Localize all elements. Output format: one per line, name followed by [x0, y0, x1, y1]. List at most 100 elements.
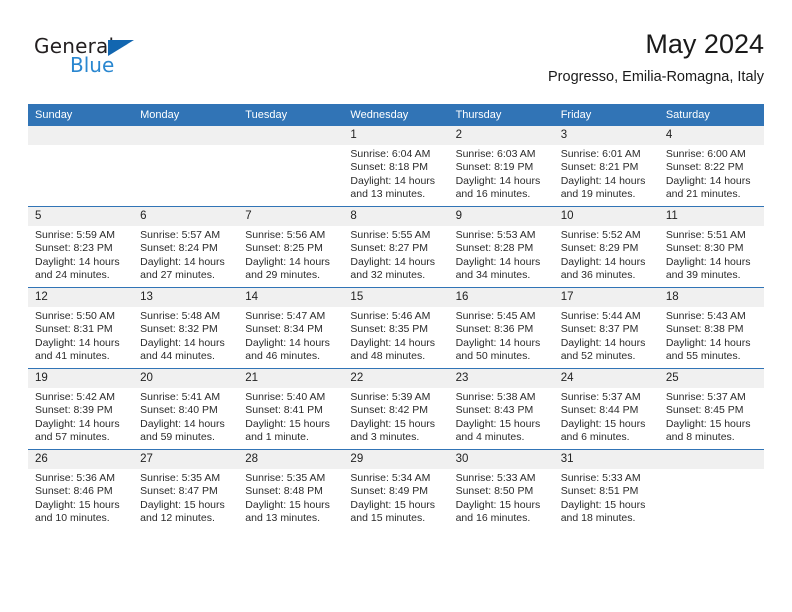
- day-sun-info: Sunrise: 5:57 AM Sunset: 8:24 PM Daylight:…: [133, 226, 238, 283]
- calendar-day-cell[interactable]: 3 Sunrise: 6:01 AM Sunset: 8:21 PM Daylight…: [553, 126, 659, 207]
- sunrise-text: Sunrise: 5:37 AM: [560, 391, 641, 403]
- day-number: 18: [658, 288, 764, 307]
- day-number: 6: [133, 207, 239, 226]
- calendar-day-cell[interactable]: 13 Sunrise: 5:48 AM Sunset: 8:32 PM Dayligh…: [133, 287, 239, 369]
- calendar-week-row: 12 Sunrise: 5:50 AM Sunset: 8:31 PM Dayligh…: [28, 287, 764, 369]
- day-number: 15: [343, 288, 449, 307]
- calendar-day-cell[interactable]: 6 Sunrise: 5:57 AM Sunset: 8:24 PM Daylight…: [133, 206, 239, 288]
- daylight-text: Daylight: 14 hours and 39 minutes.: [665, 255, 751, 282]
- day-sun-info: Sunrise: 6:04 AM Sunset: 8:18 PM Daylight:…: [343, 145, 448, 202]
- sunset-text: Sunset: 8:30 PM: [665, 242, 744, 255]
- sunrise-text: Sunrise: 6:00 AM: [665, 148, 746, 160]
- sunrise-text: Sunrise: 5:56 AM: [245, 229, 326, 241]
- day-sun-info: Sunrise: 5:47 AM Sunset: 8:34 PM Daylight:…: [238, 307, 343, 364]
- daylight-text: Daylight: 15 hours and 13 minutes.: [245, 498, 330, 525]
- calendar-day-cell[interactable]: 25 Sunrise: 5:37 AM Sunset: 8:45 PM Dayligh…: [658, 368, 764, 450]
- day-number: 26: [28, 450, 134, 469]
- day-number: 24: [553, 369, 659, 388]
- day-sun-info: Sunrise: 5:42 AM Sunset: 8:39 PM Daylight:…: [28, 388, 133, 445]
- day-number: 30: [448, 450, 554, 469]
- sunrise-text: Sunrise: 5:55 AM: [350, 229, 431, 241]
- daylight-text: Daylight: 14 hours and 34 minutes.: [455, 255, 541, 282]
- calendar-day-cell[interactable]: 2 Sunrise: 6:03 AM Sunset: 8:19 PM Daylight…: [448, 126, 554, 207]
- sunset-text: Sunset: 8:44 PM: [560, 404, 639, 417]
- weekday-header-wednesday: Wednesday: [343, 104, 449, 126]
- weekday-header-saturday: Saturday: [658, 104, 764, 126]
- sunset-text: Sunset: 8:34 PM: [245, 323, 323, 336]
- calendar-day-cell[interactable]: 21 Sunrise: 5:40 AM Sunset: 8:41 PM Dayligh…: [238, 368, 344, 450]
- day-number: 8: [343, 207, 449, 226]
- sunset-text: Sunset: 8:36 PM: [455, 323, 534, 336]
- calendar-day-cell[interactable]: 11 Sunrise: 5:51 AM Sunset: 8:30 PM Dayligh…: [658, 206, 764, 288]
- day-number: 4: [658, 126, 764, 145]
- calendar-day-cell[interactable]: 22 Sunrise: 5:39 AM Sunset: 8:42 PM Dayligh…: [343, 368, 449, 450]
- daylight-text: Daylight: 14 hours and 32 minutes.: [350, 255, 436, 282]
- calendar-day-cell[interactable]: 23 Sunrise: 5:38 AM Sunset: 8:43 PM Dayligh…: [448, 368, 554, 450]
- day-number: 1: [343, 126, 449, 145]
- calendar-day-cell[interactable]: 16 Sunrise: 5:45 AM Sunset: 8:36 PM Dayligh…: [448, 287, 554, 369]
- day-number: 20: [133, 369, 239, 388]
- weekday-header-row: Sunday Monday Tuesday Wednesday Thursday…: [28, 104, 764, 126]
- calendar-day-cell[interactable]: 29 Sunrise: 5:34 AM Sunset: 8:49 PM Dayligh…: [343, 449, 449, 530]
- calendar-day-cell-empty: [658, 449, 764, 530]
- calendar-day-cell[interactable]: 20 Sunrise: 5:41 AM Sunset: 8:40 PM Dayligh…: [133, 368, 239, 450]
- calendar-day-cell[interactable]: 1 Sunrise: 6:04 AM Sunset: 8:18 PM Daylight…: [343, 126, 449, 207]
- day-sun-info: Sunrise: 5:55 AM Sunset: 8:27 PM Daylight:…: [343, 226, 448, 283]
- sunset-text: Sunset: 8:48 PM: [245, 485, 323, 498]
- calendar-day-cell[interactable]: 18 Sunrise: 5:43 AM Sunset: 8:38 PM Dayligh…: [658, 287, 764, 369]
- calendar-day-cell[interactable]: 8 Sunrise: 5:55 AM Sunset: 8:27 PM Daylight…: [343, 206, 449, 288]
- sunrise-text: Sunrise: 5:33 AM: [455, 472, 536, 484]
- day-sun-info: Sunrise: 5:51 AM Sunset: 8:30 PM Daylight:…: [659, 226, 764, 283]
- sunrise-text: Sunrise: 5:37 AM: [665, 391, 746, 403]
- sunset-text: Sunset: 8:41 PM: [245, 404, 323, 417]
- calendar-day-cell[interactable]: 27 Sunrise: 5:35 AM Sunset: 8:47 PM Dayligh…: [133, 449, 239, 530]
- sunrise-text: Sunrise: 5:46 AM: [350, 310, 431, 322]
- sunrise-text: Sunrise: 5:36 AM: [35, 472, 115, 484]
- generalblue-logo[interactable]: General Blue: [34, 34, 214, 86]
- calendar-day-cell[interactable]: 9 Sunrise: 5:53 AM Sunset: 8:28 PM Daylight…: [448, 206, 554, 288]
- daylight-text: Daylight: 15 hours and 16 minutes.: [455, 498, 541, 525]
- sunset-text: Sunset: 8:46 PM: [35, 485, 113, 498]
- calendar-day-cell[interactable]: 10 Sunrise: 5:52 AM Sunset: 8:29 PM Dayligh…: [553, 206, 659, 288]
- daylight-text: Daylight: 15 hours and 18 minutes.: [560, 498, 646, 525]
- day-sun-info: Sunrise: 5:59 AM Sunset: 8:23 PM Daylight:…: [28, 226, 133, 283]
- logo-text-blue: Blue: [70, 53, 115, 77]
- day-sun-info: Sunrise: 5:43 AM Sunset: 8:38 PM Daylight:…: [659, 307, 764, 364]
- daylight-text: Daylight: 14 hours and 21 minutes.: [665, 174, 751, 201]
- calendar-day-cell[interactable]: 26 Sunrise: 5:36 AM Sunset: 8:46 PM Dayligh…: [28, 449, 134, 530]
- day-number: 31: [553, 450, 659, 469]
- calendar-page: General Blue May 2024 Progresso, Emilia-…: [0, 0, 792, 612]
- day-number: 14: [238, 288, 344, 307]
- calendar-day-cell[interactable]: 14 Sunrise: 5:47 AM Sunset: 8:34 PM Dayligh…: [238, 287, 344, 369]
- day-number: 29: [343, 450, 449, 469]
- day-number: 11: [658, 207, 764, 226]
- calendar-day-cell[interactable]: 5 Sunrise: 5:59 AM Sunset: 8:23 PM Daylight…: [28, 206, 134, 288]
- calendar-day-cell[interactable]: 17 Sunrise: 5:44 AM Sunset: 8:37 PM Dayligh…: [553, 287, 659, 369]
- sunset-text: Sunset: 8:42 PM: [350, 404, 429, 417]
- day-number: [28, 126, 134, 145]
- sunset-text: Sunset: 8:51 PM: [560, 485, 639, 498]
- sunrise-text: Sunrise: 5:40 AM: [245, 391, 326, 403]
- sunrise-text: Sunrise: 5:39 AM: [350, 391, 431, 403]
- calendar-day-cell[interactable]: 15 Sunrise: 5:46 AM Sunset: 8:35 PM Dayligh…: [343, 287, 449, 369]
- sunrise-text: Sunrise: 5:53 AM: [455, 229, 536, 241]
- calendar-day-cell[interactable]: 24 Sunrise: 5:37 AM Sunset: 8:44 PM Dayligh…: [553, 368, 659, 450]
- calendar-day-cell[interactable]: 19 Sunrise: 5:42 AM Sunset: 8:39 PM Dayligh…: [28, 368, 134, 450]
- sunset-text: Sunset: 8:37 PM: [560, 323, 639, 336]
- calendar-day-cell[interactable]: 12 Sunrise: 5:50 AM Sunset: 8:31 PM Dayligh…: [28, 287, 134, 369]
- calendar-day-cell[interactable]: 4 Sunrise: 6:00 AM Sunset: 8:22 PM Daylight…: [658, 126, 764, 207]
- sunset-text: Sunset: 8:49 PM: [350, 485, 429, 498]
- calendar-day-cell[interactable]: 31 Sunrise: 5:33 AM Sunset: 8:51 PM Dayligh…: [553, 449, 659, 530]
- sunrise-text: Sunrise: 5:38 AM: [455, 391, 536, 403]
- calendar-day-cell[interactable]: 28 Sunrise: 5:35 AM Sunset: 8:48 PM Dayligh…: [238, 449, 344, 530]
- calendar-day-cell[interactable]: 7 Sunrise: 5:56 AM Sunset: 8:25 PM Daylight…: [238, 206, 344, 288]
- sunset-text: Sunset: 8:19 PM: [455, 161, 534, 174]
- daylight-text: Daylight: 14 hours and 36 minutes.: [560, 255, 646, 282]
- day-number: 21: [238, 369, 344, 388]
- day-number: 16: [448, 288, 554, 307]
- daylight-text: Daylight: 14 hours and 19 minutes.: [560, 174, 646, 201]
- day-number: [133, 126, 239, 145]
- calendar-day-cell[interactable]: 30 Sunrise: 5:33 AM Sunset: 8:50 PM Dayligh…: [448, 449, 554, 530]
- day-number: 5: [28, 207, 134, 226]
- sunset-text: Sunset: 8:35 PM: [350, 323, 429, 336]
